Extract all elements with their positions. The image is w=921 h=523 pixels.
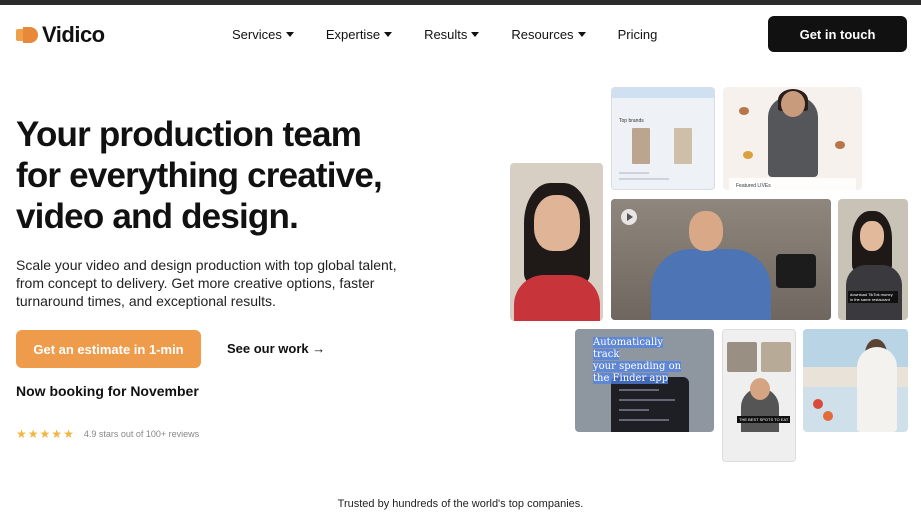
finder-caption-line-1: Automatically track [593, 337, 663, 360]
finder-caption-line-3: the Finder app [593, 373, 669, 384]
nav-pricing-label: Pricing [617, 27, 658, 42]
trusted-by-text: Trusted by hundreds of the world's top c… [337, 498, 584, 510]
rating-stars: ★ ★ ★ ★ ★ [16, 428, 74, 440]
get-in-touch-button[interactable]: Get in touch [768, 16, 907, 52]
brand-name: Vidico [42, 22, 105, 47]
brand-logo[interactable]: Vidico [16, 22, 105, 48]
star-icon: ★ [63, 427, 74, 441]
see-our-work-link[interactable]: See our work → [227, 341, 325, 356]
headline-line-1: Your production team [16, 115, 362, 154]
headline-line-2: for everything creative, [16, 156, 383, 195]
chevron-down-icon [384, 32, 393, 37]
rating: ★ ★ ★ ★ ★ 4.9 stars out of 100+ reviews [16, 428, 199, 440]
nav-services[interactable]: Services [232, 27, 294, 42]
star-icon: ★ [16, 427, 27, 441]
collage-selfie [510, 163, 603, 321]
hero-subtext: Scale your video and design production w… [16, 257, 397, 309]
nav-resources-label: Resources [511, 27, 574, 42]
star-icon: ★ [27, 427, 39, 441]
collage-video [611, 199, 831, 320]
logo-icon [16, 27, 38, 43]
play-icon[interactable] [621, 209, 637, 225]
top-brands-label: Top brands [619, 118, 644, 124]
star-icon: ★ [51, 427, 63, 441]
nav-expertise[interactable]: Expertise [325, 27, 393, 42]
collage-dog: download TikTok money in the same restau… [838, 199, 908, 320]
featured-lives-label: Featured LIVEs [733, 182, 774, 190]
chevron-down-icon [471, 32, 480, 37]
main-nav: Services Expertise Results Resources Pri… [232, 27, 689, 42]
dog-caption: download TikTok money in the same restau… [848, 291, 898, 303]
booking-notice: Now booking for November [16, 383, 199, 399]
collage-shop-ui: Top brands [611, 87, 715, 190]
collage-app-screens: THE BEST SPOTS TO EAT [722, 329, 796, 462]
collage-finder: Automatically track your spending on the… [575, 329, 714, 432]
get-estimate-button[interactable]: Get an estimate in 1-min [16, 330, 201, 368]
nav-expertise-label: Expertise [325, 27, 381, 42]
finder-caption: Automatically track your spending on the… [593, 337, 685, 385]
nav-pricing[interactable]: Pricing [618, 27, 658, 42]
nav-results-label: Results [424, 27, 468, 42]
eat-spots-caption: THE BEST SPOTS TO EAT [737, 416, 791, 423]
rating-text: 4.9 stars out of 100+ reviews [83, 429, 200, 439]
chevron-down-icon [285, 32, 294, 37]
collage-hoodie: Featured LIVEs [723, 87, 862, 190]
nav-services-label: Services [232, 27, 282, 42]
star-icon: ★ [39, 427, 51, 441]
finder-caption-line-2: your spending on [593, 361, 682, 372]
nav-results[interactable]: Results [424, 27, 480, 42]
collage-beach [803, 329, 908, 432]
headline-line-3: video and design. [16, 197, 299, 236]
hero-headline: Your production team for everything crea… [16, 114, 446, 237]
nav-resources[interactable]: Resources [511, 27, 586, 42]
chevron-down-icon [577, 32, 586, 37]
top-bar [0, 0, 921, 5]
